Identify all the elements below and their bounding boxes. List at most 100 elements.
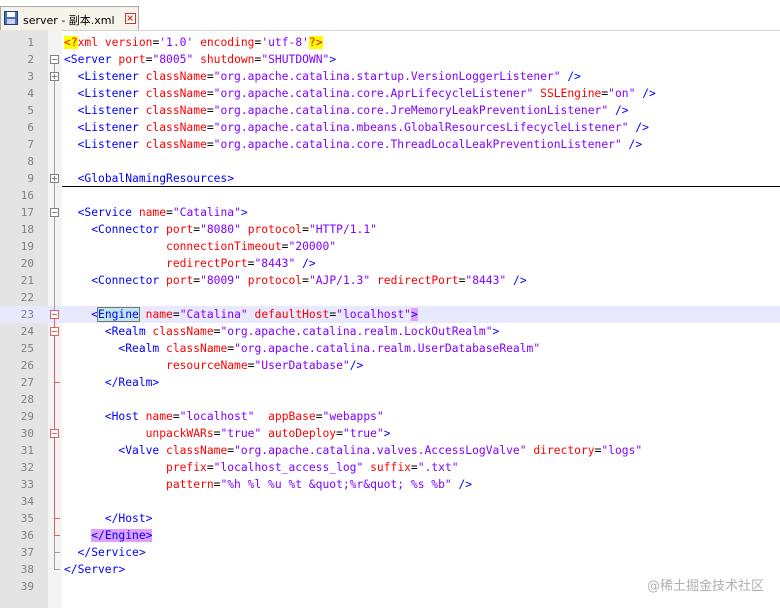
code-text[interactable]: pattern="%h %l %u %t &quot;%r&quot; %s %… <box>64 476 472 493</box>
code-token: "org.apache.catalina.startup.VersionLogg… <box>213 70 561 83</box>
code-text[interactable]: redirectPort="8443" /> <box>64 255 316 272</box>
code-line[interactable]: 20 redirectPort="8443" /> <box>0 255 780 272</box>
code-text[interactable]: <Service name="Catalina"> <box>64 204 248 221</box>
code-text[interactable]: <Listener className="org.apache.catalina… <box>64 119 649 136</box>
code-text[interactable]: unpackWARs="true" autoDeploy="true"> <box>64 425 391 442</box>
code-token: "localhost_access_log" <box>213 461 364 474</box>
code-line[interactable]: 1 <?xml version='1.0' encoding='utf-8'?> <box>0 34 780 51</box>
tab-title: server - 副本.xml <box>23 14 115 27</box>
code-text[interactable]: <Realm className="org.apache.catalina.re… <box>64 340 540 357</box>
code-text[interactable]: <Connector port="8009" protocol="AJP/1.3… <box>64 272 526 289</box>
code-token: <Server <box>64 53 119 66</box>
fold-collapse-icon[interactable] <box>50 327 59 336</box>
code-line[interactable]: 29 <Host name="localhost" appBase="webap… <box>0 408 780 425</box>
code-line[interactable]: 5 <Listener className="org.apache.catali… <box>0 102 780 119</box>
code-text[interactable]: <Valve className="org.apache.catalina.va… <box>64 442 642 459</box>
file-tab[interactable]: server - 副本.xml <box>0 6 139 30</box>
code-token: name <box>145 410 173 423</box>
close-tab-icon[interactable] <box>125 13 136 24</box>
fold-collapse-icon[interactable] <box>50 55 59 64</box>
code-text[interactable]: <Connector port="8080" protocol="HTTP/1.… <box>64 221 377 238</box>
watermark: @稀土掘金技术社区 <box>646 579 764 594</box>
code-text[interactable]: </Realm> <box>64 374 159 391</box>
code-text[interactable]: <Host name="localhost" appBase="webapps" <box>64 408 384 425</box>
code-line[interactable]: 21 <Connector port="8009" protocol="AJP/… <box>0 272 780 289</box>
code-line[interactable]: 4 <Listener className="org.apache.catali… <box>0 85 780 102</box>
code-token: <Listener <box>77 138 146 151</box>
code-token: "Catalina" <box>179 308 248 321</box>
code-token: 'utf-8' <box>261 36 309 49</box>
code-line[interactable]: 27 </Realm> <box>0 374 780 391</box>
code-text[interactable]: </Service> <box>64 544 146 561</box>
code-token: "8443" <box>465 274 507 287</box>
code-line[interactable]: 8 <box>0 153 780 170</box>
code-token: "org.apache.catalina.core.ThreadLocalLea… <box>213 138 622 151</box>
code-token: "%h %l %u %t &quot;%r&quot; %s %b" <box>220 478 452 491</box>
code-text[interactable]: <Listener className="org.apache.catalina… <box>64 136 643 153</box>
code-line[interactable]: 23 <Engine name="Catalina" defaultHost="… <box>0 306 780 323</box>
code-line[interactable]: 2 <Server port="8005" shutdown="SHUTDOWN"… <box>0 51 780 68</box>
line-number: 7 <box>27 138 34 151</box>
code-text[interactable]: </Engine> <box>64 527 153 544</box>
code-text[interactable]: <Engine name="Catalina" defaultHost="loc… <box>64 306 418 323</box>
code-line[interactable]: 3 <Listener className="org.apache.catali… <box>0 68 780 85</box>
tab-bar: server - 副本.xml <box>0 0 780 31</box>
save-icon <box>4 11 18 25</box>
code-line[interactable]: 25 <Realm className="org.apache.catalina… <box>0 340 780 357</box>
code-text[interactable]: <Listener className="org.apache.catalina… <box>64 102 629 119</box>
code-text[interactable]: </Server> <box>64 561 125 578</box>
code-text[interactable]: resourceName="UserDatabase"/> <box>64 357 363 374</box>
code-text[interactable]: <Listener className="org.apache.catalina… <box>64 68 581 85</box>
code-line[interactable]: 9 <GlobalNamingResources> <box>0 170 780 187</box>
line-number: 39 <box>20 580 34 593</box>
code-token: <Listener <box>77 70 146 83</box>
code-line[interactable]: 28 <box>0 391 780 408</box>
code-line[interactable]: 31 <Valve className="org.apache.catalina… <box>0 442 780 459</box>
code-token: version <box>104 36 153 49</box>
code-line[interactable]: 24 <Realm className="org.apache.catalina… <box>0 323 780 340</box>
code-line[interactable]: 34 <box>0 493 780 510</box>
code-token: appBase <box>268 410 316 423</box>
code-line[interactable]: 17 <Service name="Catalina"> <box>0 204 780 221</box>
code-line[interactable]: 7 <Listener className="org.apache.catali… <box>0 136 780 153</box>
code-text[interactable]: connectionTimeout="20000" <box>64 238 336 255</box>
code-line[interactable]: 36 </Engine> <box>0 527 780 544</box>
code-token: /> <box>349 359 364 372</box>
code-line[interactable]: 18 <Connector port="8080" protocol="HTTP… <box>0 221 780 238</box>
line-number: 19 <box>20 240 34 253</box>
code-token: port <box>166 223 194 236</box>
fold-collapse-icon[interactable] <box>50 208 59 217</box>
code-text[interactable]: prefix="localhost_access_log" suffix=".t… <box>64 459 459 476</box>
code-token: encoding <box>200 36 255 49</box>
code-text[interactable]: <GlobalNamingResources> <box>64 170 234 187</box>
code-line[interactable]: 33 pattern="%h %l %u %t &quot;%r&quot; %… <box>0 476 780 493</box>
code-line[interactable]: 19 connectionTimeout="20000" <box>0 238 780 255</box>
collapsed-region-line <box>62 186 780 187</box>
code-text[interactable]: </Host> <box>64 510 153 527</box>
code-token: "SHUTDOWN" <box>261 53 330 66</box>
code-token: shutdown <box>200 53 255 66</box>
code-text[interactable]: <Server port="8005" shutdown="SHUTDOWN"> <box>64 51 336 68</box>
code-line[interactable]: 37 </Service> <box>0 544 780 561</box>
code-text[interactable]: <Realm className="org.apache.catalina.re… <box>64 323 500 340</box>
code-text[interactable]: <?xml version='1.0' encoding='utf-8'?> <box>64 34 323 51</box>
code-line[interactable]: 22 <box>0 289 780 306</box>
code-token: "on" <box>608 87 636 100</box>
line-number: 36 <box>20 529 34 542</box>
code-token: = <box>206 104 214 117</box>
code-editor[interactable]: 1 <?xml version='1.0' encoding='utf-8'?> 2… <box>0 30 780 608</box>
code-line[interactable]: 32 prefix="localhost_access_log" suffix=… <box>0 459 780 476</box>
fold-collapse-icon[interactable] <box>50 429 59 438</box>
line-number: 1 <box>27 36 34 49</box>
code-line[interactable]: 26 resourceName="UserDatabase"/> <box>0 357 780 374</box>
code-token: Engine <box>97 307 140 322</box>
code-token: "8009" <box>200 274 241 287</box>
fold-expand-icon[interactable] <box>50 174 59 183</box>
code-line[interactable]: 30 unpackWARs="true" autoDeploy="true"> <box>0 425 780 442</box>
code-line[interactable]: 35 </Host> <box>0 510 780 527</box>
code-line[interactable]: 6 <Listener className="org.apache.catali… <box>0 119 780 136</box>
fold-collapse-icon[interactable] <box>50 310 59 319</box>
code-text[interactable]: <Listener className="org.apache.catalina… <box>64 85 656 102</box>
code-line[interactable]: 16 <box>0 187 780 204</box>
fold-expand-icon[interactable] <box>50 72 59 81</box>
